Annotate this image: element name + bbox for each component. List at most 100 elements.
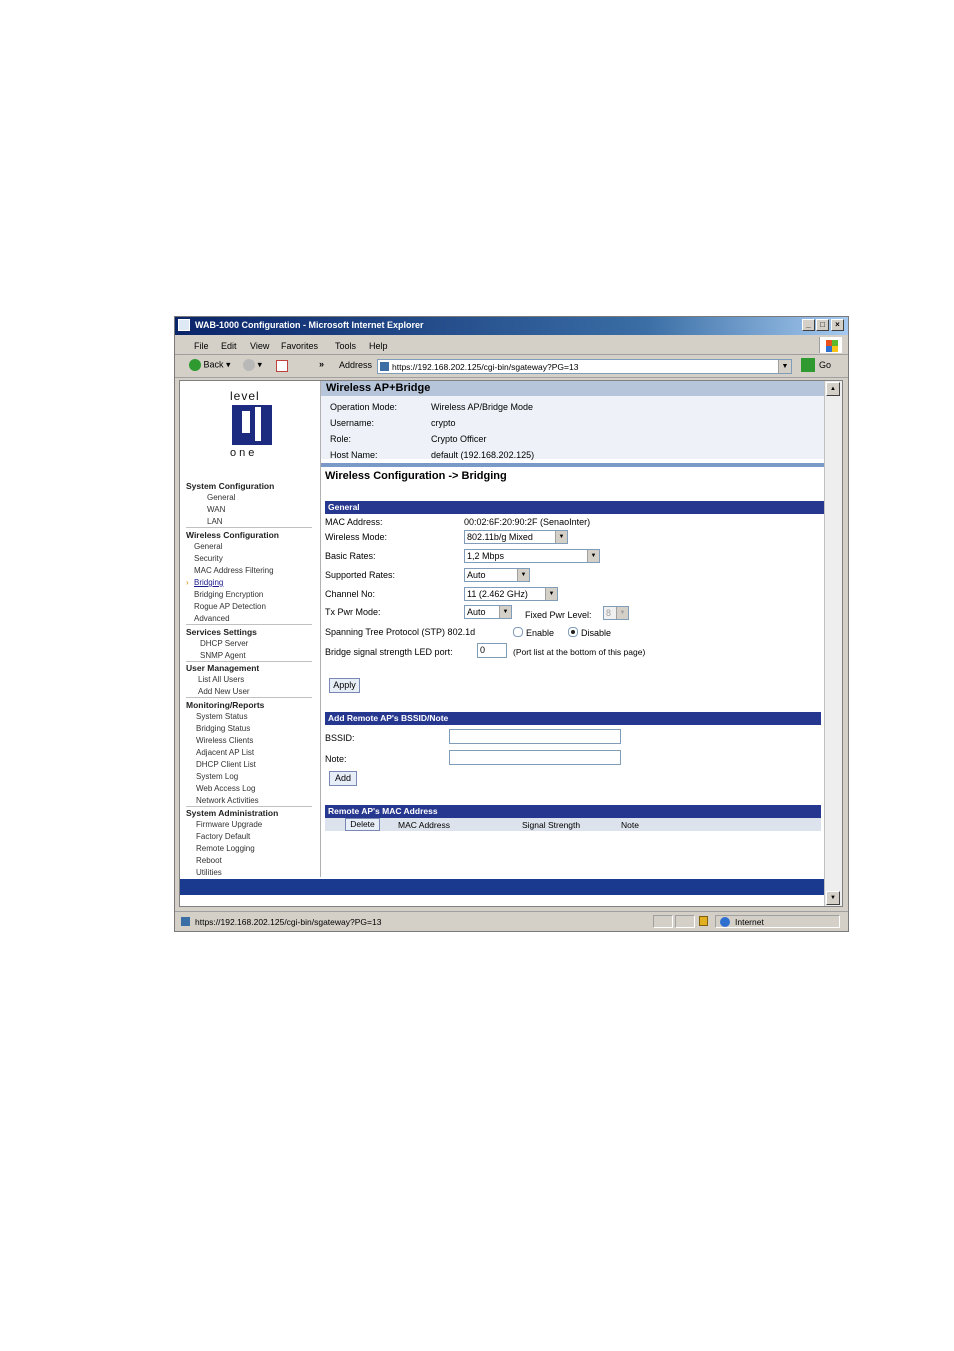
- nav-item-wan[interactable]: WAN: [207, 505, 225, 514]
- nav-item-dhcp-server[interactable]: DHCP Server: [200, 639, 248, 648]
- nav-item-list-all-users[interactable]: List All Users: [198, 675, 244, 684]
- nav-item-system-log[interactable]: System Log: [196, 772, 238, 781]
- back-button[interactable]: Back ▾: [189, 359, 231, 371]
- host-name-value: default (192.168.202.125): [431, 450, 535, 460]
- bssid-label: BSSID:: [325, 733, 355, 743]
- maximize-button[interactable]: □: [816, 319, 829, 331]
- scroll-down-icon[interactable]: ▼: [826, 891, 840, 905]
- tx-pwr-mode-select[interactable]: Auto ▼: [464, 605, 512, 619]
- channel-select[interactable]: 11 (2.462 GHz) ▼: [464, 587, 558, 601]
- windows-logo-icon: [819, 337, 842, 353]
- note-input[interactable]: [449, 750, 621, 765]
- logo-one-text: one: [230, 447, 258, 459]
- menu-file[interactable]: File: [194, 341, 209, 351]
- chevron-down-icon: ▼: [545, 588, 557, 600]
- nav-item-lan[interactable]: LAN: [207, 517, 223, 526]
- vertical-scrollbar[interactable]: ▲ ▼: [824, 381, 842, 906]
- nav-item-web-access-log[interactable]: Web Access Log: [196, 784, 255, 793]
- window-title: WAB-1000 Configuration - Microsoft Inter…: [195, 320, 424, 330]
- nav-item-bridging-status[interactable]: Bridging Status: [196, 724, 250, 733]
- security-zone: Internet: [735, 917, 764, 927]
- menu-edit[interactable]: Edit: [221, 341, 237, 351]
- add-remote-section-bar: Add Remote AP's BSSID/Note: [325, 712, 821, 725]
- nav-item-system-general[interactable]: General: [207, 493, 235, 502]
- close-button[interactable]: ×: [831, 319, 844, 331]
- operation-mode-label: Operation Mode:: [330, 402, 398, 412]
- nav-section-services-settings[interactable]: Services Settings: [186, 627, 257, 637]
- supported-rates-label: Supported Rates:: [325, 570, 396, 580]
- mac-list-header: Delete MAC Address Signal Strength Note: [325, 818, 821, 831]
- role-value: Crypto Officer: [431, 434, 487, 444]
- scroll-up-icon[interactable]: ▲: [826, 382, 840, 396]
- stp-disable-radio[interactable]: [568, 627, 578, 637]
- page-icon: [380, 362, 389, 371]
- nav-section-system-administration[interactable]: System Administration: [186, 808, 278, 818]
- nav-item-wireless-general[interactable]: General: [194, 542, 222, 551]
- apply-button[interactable]: Apply: [329, 678, 360, 693]
- nav-section-wireless-configuration[interactable]: Wireless Configuration: [186, 530, 279, 540]
- nav-item-system-status[interactable]: System Status: [196, 712, 248, 721]
- nav-item-rogue-ap[interactable]: Rogue AP Detection: [194, 602, 266, 611]
- main-panel: Wireless AP+Bridge Operation Mode: Wirel…: [321, 381, 825, 877]
- nav-item-network-activities[interactable]: Network Activities: [196, 796, 259, 805]
- nav-item-utilities[interactable]: Utilities: [196, 868, 222, 877]
- add-button[interactable]: Add: [329, 771, 357, 786]
- levelone-logo: level one: [228, 389, 278, 459]
- nav-item-advanced[interactable]: Advanced: [194, 614, 230, 623]
- nav-item-reboot[interactable]: Reboot: [196, 856, 222, 865]
- role-label: Role:: [330, 434, 352, 444]
- page-content: level one System Configuration General W…: [179, 380, 843, 907]
- chevron-down-icon: ▼: [587, 550, 599, 562]
- menu-favorites[interactable]: Favorites: [281, 341, 318, 351]
- bssid-input[interactable]: [449, 729, 621, 744]
- go-button[interactable]: Go: [819, 360, 831, 370]
- stp-label: Spanning Tree Protocol (STP) 802.1d: [325, 627, 476, 637]
- nav-item-bridging-encryption[interactable]: Bridging Encryption: [194, 590, 263, 599]
- browser-window: WAB-1000 Configuration - Microsoft Inter…: [174, 316, 849, 932]
- forward-button[interactable]: ▾: [243, 359, 262, 371]
- stp-enable-option[interactable]: Enable: [513, 627, 554, 638]
- wireless-mode-select[interactable]: 802.11b/g Mixed ▼: [464, 530, 568, 544]
- led-port-input[interactable]: 0: [477, 643, 507, 658]
- toolbar-chevron[interactable]: »: [319, 359, 324, 369]
- nav-item-factory-default[interactable]: Factory Default: [196, 832, 250, 841]
- nav-item-remote-logging[interactable]: Remote Logging: [196, 844, 255, 853]
- address-bar[interactable]: https://192.168.202.125/cgi-bin/sgateway…: [377, 359, 792, 374]
- menu-view[interactable]: View: [250, 341, 269, 351]
- nav-item-bridging[interactable]: Bridging: [194, 578, 223, 587]
- lock-icon: [699, 916, 708, 926]
- forward-arrow-icon: [243, 359, 255, 371]
- nav-section-user-management[interactable]: User Management: [186, 663, 259, 673]
- menu-tools[interactable]: Tools: [335, 341, 356, 351]
- basic-rates-select[interactable]: 1,2 Mbps ▼: [464, 549, 600, 563]
- nav-section-system-configuration[interactable]: System Configuration: [186, 481, 274, 491]
- nav-item-snmp-agent[interactable]: SNMP Agent: [200, 651, 246, 660]
- address-dropdown-icon[interactable]: ▼: [778, 360, 791, 373]
- address-input[interactable]: https://192.168.202.125/cgi-bin/sgateway…: [392, 362, 578, 372]
- nav-item-add-new-user[interactable]: Add New User: [198, 687, 250, 696]
- nav-current-arrow-icon: ›: [186, 578, 189, 587]
- nav-item-firmware-upgrade[interactable]: Firmware Upgrade: [196, 820, 262, 829]
- header-separator: [321, 463, 825, 467]
- status-bar: https://192.168.202.125/cgi-bin/sgateway…: [175, 911, 848, 932]
- chevron-down-icon: ▼: [616, 607, 628, 619]
- minimize-button[interactable]: _: [802, 319, 815, 331]
- go-arrow-icon[interactable]: [801, 358, 815, 372]
- stp-enable-radio[interactable]: [513, 627, 523, 637]
- nav-item-mac-filtering[interactable]: MAC Address Filtering: [194, 566, 274, 575]
- operation-mode-value: Wireless AP/Bridge Mode: [431, 402, 534, 412]
- delete-button[interactable]: Delete: [345, 818, 380, 831]
- nav-section-monitoring-reports[interactable]: Monitoring/Reports: [186, 700, 264, 710]
- supported-rates-select[interactable]: Auto ▼: [464, 568, 530, 582]
- channel-label: Channel No:: [325, 589, 376, 599]
- nav-item-security[interactable]: Security: [194, 554, 223, 563]
- menu-help[interactable]: Help: [369, 341, 388, 351]
- globe-icon: [720, 917, 730, 927]
- stop-icon[interactable]: [276, 360, 288, 372]
- nav-item-dhcp-client-list[interactable]: DHCP Client List: [196, 760, 256, 769]
- stp-disable-option[interactable]: Disable: [568, 627, 611, 638]
- nav-item-adjacent-ap-list[interactable]: Adjacent AP List: [196, 748, 254, 757]
- fixed-pwr-level-select[interactable]: 8 ▼: [603, 606, 629, 620]
- nav-item-wireless-clients[interactable]: Wireless Clients: [196, 736, 253, 745]
- chevron-down-icon: ▼: [555, 531, 567, 543]
